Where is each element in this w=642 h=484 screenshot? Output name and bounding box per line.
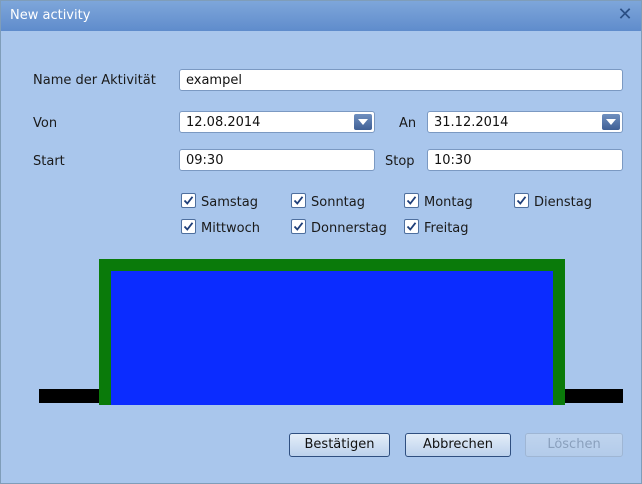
chevron-down-icon[interactable] bbox=[354, 114, 372, 130]
from-label: Von bbox=[33, 116, 58, 131]
to-date-value: 31.12.2014 bbox=[434, 115, 509, 130]
chevron-down-icon[interactable] bbox=[602, 114, 620, 130]
baseline-left bbox=[39, 389, 101, 403]
to-date-picker[interactable]: 31.12.2014 bbox=[427, 111, 623, 133]
checkmark-icon[interactable] bbox=[291, 193, 306, 208]
checkbox-dienstag[interactable]: Dienstag bbox=[514, 193, 592, 211]
close-icon[interactable]: ✕ bbox=[615, 5, 635, 25]
schedule-preview bbox=[39, 259, 623, 405]
dialog-window: New activity ✕ Name der Aktivität exampe… bbox=[0, 0, 642, 484]
day-label: Donnerstag bbox=[311, 221, 387, 236]
checkmark-icon[interactable] bbox=[404, 193, 419, 208]
activity-block bbox=[111, 271, 553, 405]
checkmark-icon[interactable] bbox=[514, 193, 529, 208]
window-title: New activity bbox=[10, 8, 91, 23]
checkbox-freitag[interactable]: Freitag bbox=[404, 219, 469, 237]
checkbox-mittwoch[interactable]: Mittwoch bbox=[181, 219, 260, 237]
day-label: Dienstag bbox=[534, 195, 592, 210]
from-date-value: 12.08.2014 bbox=[186, 115, 261, 130]
baseline-right bbox=[563, 389, 623, 403]
checkmark-icon[interactable] bbox=[404, 219, 419, 234]
checkmark-icon[interactable] bbox=[181, 219, 196, 234]
cancel-button[interactable]: Abbrechen bbox=[405, 433, 511, 457]
stop-label: Stop bbox=[385, 154, 415, 169]
day-label: Montag bbox=[424, 195, 473, 210]
day-label: Samstag bbox=[201, 195, 258, 210]
form-panel: Name der Aktivität exampel Von 12.08.201… bbox=[9, 45, 631, 463]
confirm-button[interactable]: Bestätigen bbox=[289, 433, 390, 457]
title-bar[interactable]: New activity ✕ bbox=[1, 1, 641, 31]
checkmark-icon[interactable] bbox=[291, 219, 306, 234]
checkbox-montag[interactable]: Montag bbox=[404, 193, 473, 211]
name-input[interactable]: exampel bbox=[179, 69, 623, 91]
from-date-picker[interactable]: 12.08.2014 bbox=[179, 111, 375, 133]
checkbox-sonntag[interactable]: Sonntag bbox=[291, 193, 365, 211]
name-label: Name der Aktivität bbox=[33, 73, 156, 88]
stop-time-input[interactable]: 10:30 bbox=[427, 149, 623, 171]
start-time-input[interactable]: 09:30 bbox=[179, 149, 375, 171]
to-label: An bbox=[399, 116, 417, 131]
checkbox-samstag[interactable]: Samstag bbox=[181, 193, 258, 211]
day-label: Freitag bbox=[424, 221, 469, 236]
day-label: Sonntag bbox=[311, 195, 365, 210]
day-label: Mittwoch bbox=[201, 221, 260, 236]
delete-button[interactable]: Löschen bbox=[525, 433, 623, 457]
checkmark-icon[interactable] bbox=[181, 193, 196, 208]
start-label: Start bbox=[33, 154, 65, 169]
checkbox-donnerstag[interactable]: Donnerstag bbox=[291, 219, 387, 237]
